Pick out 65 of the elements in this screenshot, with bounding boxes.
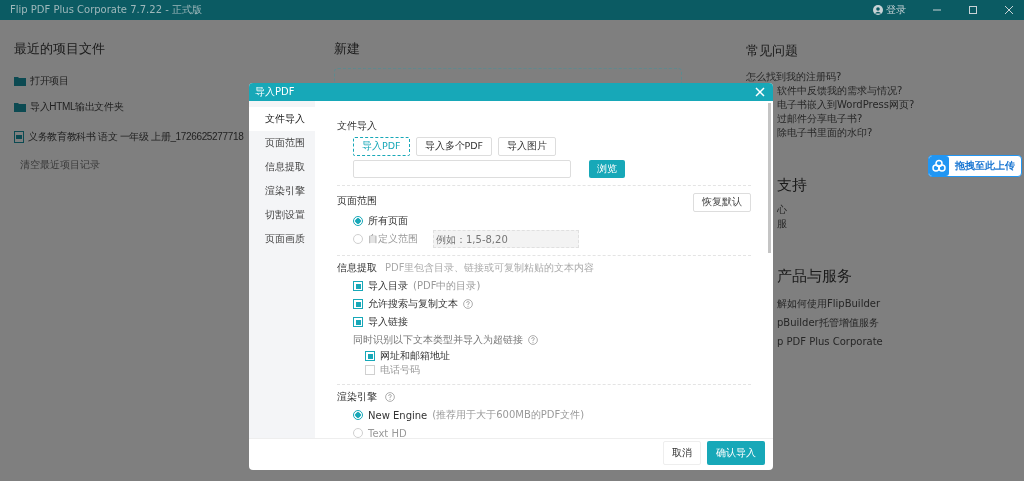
sidebar-item[interactable]: 信息提取 xyxy=(249,155,315,179)
reset-button[interactable]: 恢复默认 xyxy=(693,193,751,212)
checkbox[interactable] xyxy=(353,281,363,291)
cloud-icon xyxy=(929,156,949,176)
upload-label: 拖拽至此上传 xyxy=(954,159,1016,173)
sidebar-item[interactable]: 切割设置 xyxy=(249,203,315,227)
folder-icon xyxy=(14,76,26,86)
faq-link[interactable]: 怎么找到我的注册码? xyxy=(746,70,842,84)
cancel-button[interactable]: 取消 xyxy=(663,440,701,465)
hint-text: PDF里包含目录、链接或可复制粘贴的文本内容 xyxy=(385,261,595,275)
scrollbar[interactable] xyxy=(768,103,771,253)
file-path-field[interactable] xyxy=(353,160,571,178)
option-label: New Engine xyxy=(368,409,428,421)
login-button[interactable]: 登录 xyxy=(873,3,906,17)
option-label: 导入链接 xyxy=(368,315,408,329)
section-title: 信息提取 xyxy=(337,261,377,275)
help-icon[interactable] xyxy=(528,335,538,345)
section-title: 渲染引擎 xyxy=(337,390,377,404)
hint-text: 同时识别以下文本类型并导入为超链接 xyxy=(353,333,523,347)
sidebar-item[interactable]: 页面画质 xyxy=(249,227,315,251)
option-note: (PDF中的目录) xyxy=(413,279,481,293)
confirm-button[interactable]: 确认导入 xyxy=(707,440,765,465)
section-heading: 产品与服务 xyxy=(776,267,852,286)
checkbox[interactable] xyxy=(365,351,375,361)
radio-button[interactable] xyxy=(353,216,363,226)
upload-widget[interactable]: 拖拽至此上传 xyxy=(928,155,1022,177)
option-label: 自定义范围 xyxy=(368,232,418,246)
menu-link[interactable]: 打开项目 xyxy=(30,74,69,88)
radio-button[interactable] xyxy=(353,234,363,244)
option-label: 允许搜索与复制文本 xyxy=(368,297,458,311)
radio-button[interactable] xyxy=(353,410,363,420)
help-icon[interactable] xyxy=(385,392,395,402)
import-mode-tab[interactable]: 导入图片 xyxy=(498,137,557,156)
section-title: 文件导入 xyxy=(337,120,377,131)
section-heading: 最近的项目文件 xyxy=(14,40,105,58)
range-field[interactable]: 例如：1,5-8,20 xyxy=(433,230,579,248)
section-title: 页面范围 xyxy=(337,193,377,208)
option-label: 所有页面 xyxy=(368,214,408,228)
option-label: 导入目录 xyxy=(368,279,408,293)
sidebar-item[interactable]: 文件导入 xyxy=(249,107,315,131)
document-icon xyxy=(14,131,24,143)
maximize-icon[interactable] xyxy=(968,5,978,15)
user-icon xyxy=(873,5,883,15)
radio-button[interactable] xyxy=(353,428,363,438)
option-label: 网址和邮箱地址 xyxy=(380,349,450,363)
help-icon[interactable] xyxy=(463,299,473,309)
sidebar-item[interactable]: 页面范围 xyxy=(249,131,315,155)
dialog-title: 导入PDF xyxy=(255,85,295,99)
menu-link[interactable]: 导入HTML输出文件夹 xyxy=(30,100,124,114)
option-label: 电话号码 xyxy=(380,363,420,377)
section-heading: 新建 xyxy=(334,40,360,58)
section-heading: 支持 xyxy=(776,176,807,195)
close-icon[interactable] xyxy=(1004,5,1014,15)
option-note: (推荐用于大于600MB的PDF文件) xyxy=(432,408,585,422)
browse-button[interactable]: 浏览 xyxy=(589,160,625,178)
folder-icon xyxy=(14,102,26,112)
window-title: Flip PDF Plus Corporate 7.7.22 - 正式版 xyxy=(10,3,202,17)
section-heading: 常见问题 xyxy=(746,42,798,60)
checkbox[interactable] xyxy=(365,365,375,375)
sidebar-item[interactable]: 渲染引擎 xyxy=(249,179,315,203)
import-mode-tab[interactable]: 导入PDF xyxy=(353,137,410,156)
checkbox[interactable] xyxy=(353,317,363,327)
option-label: Text HD xyxy=(368,427,407,438)
checkbox[interactable] xyxy=(353,299,363,309)
import-mode-tab[interactable]: 导入多个PDF xyxy=(415,137,493,156)
